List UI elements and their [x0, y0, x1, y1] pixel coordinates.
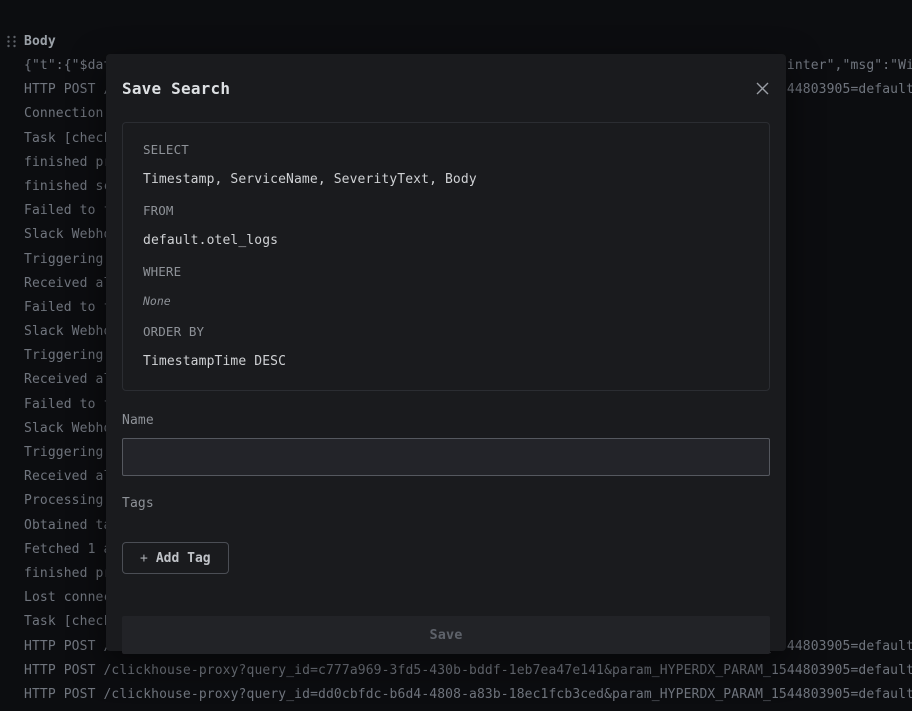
- from-label: FROM: [143, 203, 749, 218]
- body-column-header: Body: [0, 28, 56, 54]
- order-by-value: TimestampTime DESC: [143, 354, 749, 369]
- close-button[interactable]: [750, 76, 774, 100]
- drag-handle-icon[interactable]: [6, 35, 17, 48]
- query-summary-card: SELECT Timestamp, ServiceName, SeverityT…: [122, 122, 770, 391]
- body-column-label: Body: [24, 34, 56, 49]
- order-by-label: ORDER BY: [143, 324, 749, 339]
- log-row[interactable]: HTTP POST /clickhouse-proxy?query_id=dd0…: [24, 683, 912, 707]
- modal-header: Save Search: [122, 78, 770, 98]
- name-label: Name: [122, 413, 770, 428]
- where-label: WHERE: [143, 264, 749, 279]
- save-search-modal: Save Search SELECT Timestamp, ServiceNam…: [106, 54, 786, 651]
- name-input[interactable]: [122, 438, 770, 476]
- tags-label: Tags: [122, 496, 770, 511]
- save-button[interactable]: Save: [122, 616, 770, 654]
- modal-title: Save Search: [122, 79, 230, 98]
- add-tag-button[interactable]: + Add Tag: [122, 542, 229, 574]
- select-label: SELECT: [143, 142, 749, 157]
- add-tag-label: Add Tag: [156, 551, 211, 566]
- plus-icon: +: [140, 551, 148, 566]
- where-value: None: [143, 294, 749, 308]
- select-value: Timestamp, ServiceName, SeverityText, Bo…: [143, 172, 749, 187]
- from-value: default.otel_logs: [143, 233, 749, 248]
- close-icon: [755, 81, 770, 96]
- log-row[interactable]: HTTP POST /clickhouse-proxy?query_id=c77…: [24, 659, 912, 683]
